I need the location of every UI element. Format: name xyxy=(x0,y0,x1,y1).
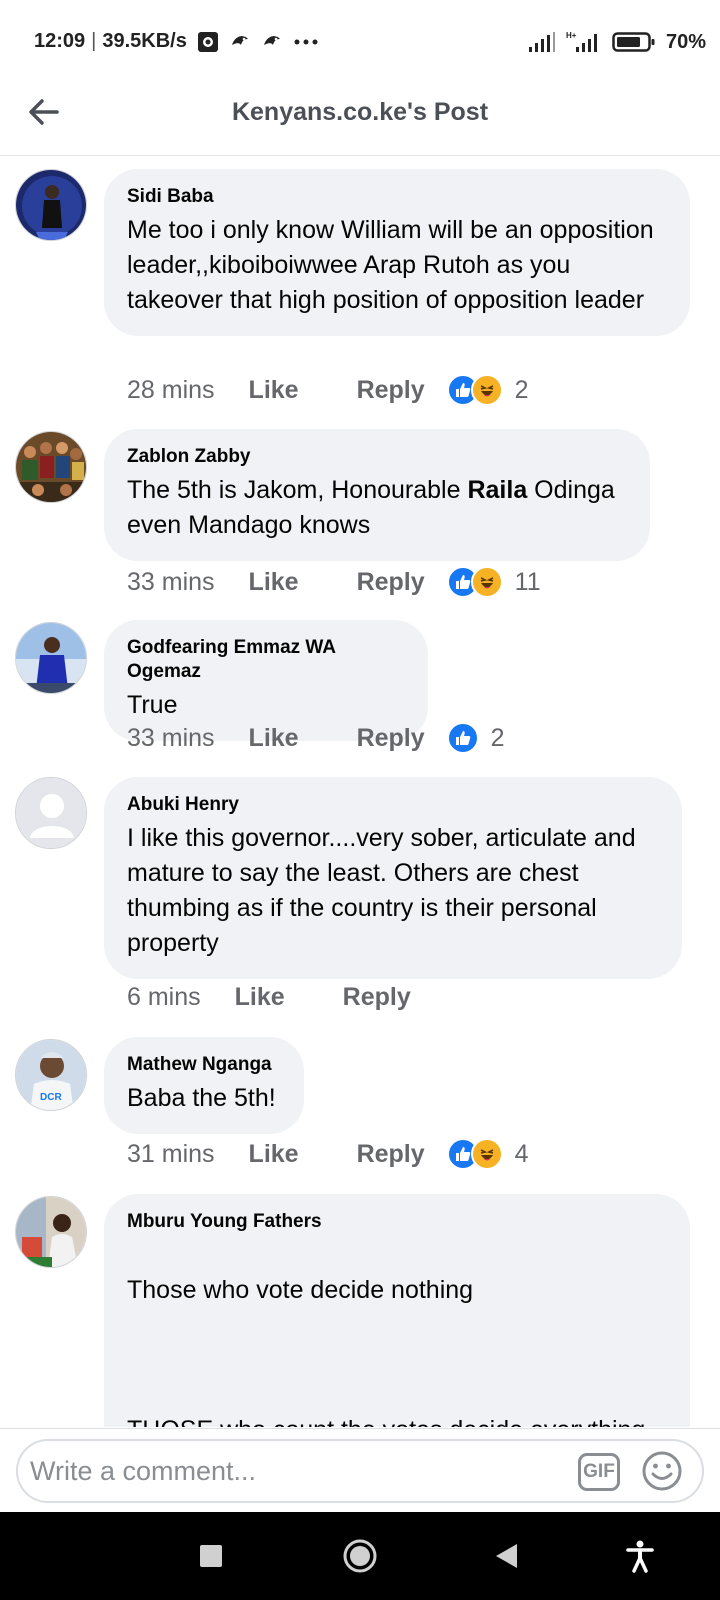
like-reaction-icon xyxy=(446,722,479,754)
reply-button[interactable]: Reply xyxy=(343,983,411,1012)
reply-button[interactable]: Reply xyxy=(357,568,425,597)
reply-button[interactable]: Reply xyxy=(357,1140,425,1169)
more-notifications-icon xyxy=(294,39,318,44)
comment-text-line: THOSE who count the votes decide everyth… xyxy=(127,1413,668,1427)
circle-icon xyxy=(343,1539,377,1573)
notification-app-icon xyxy=(197,31,218,52)
comment-text-line: Those who vote decide nothing xyxy=(127,1276,474,1304)
page-title: Kenyans.co.ke's Post xyxy=(231,98,489,126)
comment-composer: GIF xyxy=(0,1428,720,1512)
svg-text:H+: H+ xyxy=(566,31,577,40)
comment-meta: 6 mins Like Reply xyxy=(127,977,411,1017)
avatar[interactable] xyxy=(15,777,87,849)
like-button[interactable]: Like xyxy=(249,568,299,597)
default-avatar-icon xyxy=(16,778,86,848)
svg-text:DCR: DCR xyxy=(40,1092,62,1103)
reaction-count: 11 xyxy=(514,567,541,596)
avatar-image xyxy=(16,1197,86,1267)
comment-time[interactable]: 33 mins xyxy=(127,568,215,597)
smiley-icon xyxy=(642,1451,682,1491)
like-button[interactable]: Like xyxy=(249,724,299,753)
reactions[interactable]: 11 xyxy=(446,566,541,598)
like-button[interactable]: Like xyxy=(235,983,285,1012)
notification-bird-icon xyxy=(263,35,280,45)
square-icon xyxy=(200,1545,222,1567)
avatar-image xyxy=(16,623,86,693)
comment-text: Me too i only know William will be an op… xyxy=(127,216,654,314)
comment-bubble[interactable]: Zablon Zabby The 5th is Jakom, Honourabl… xyxy=(104,429,650,561)
comment-bubble[interactable]: Mathew Nganga Baba the 5th! xyxy=(104,1037,304,1134)
avatar[interactable]: DCR xyxy=(15,1039,87,1111)
gif-button[interactable]: GIF xyxy=(578,1453,620,1491)
avatar[interactable] xyxy=(15,1196,87,1268)
reaction-count: 2 xyxy=(514,375,529,404)
comment-text: Baba the 5th! xyxy=(127,1084,276,1112)
comment-time[interactable]: 6 mins xyxy=(127,983,201,1012)
reply-button[interactable]: Reply xyxy=(357,724,425,753)
like-button[interactable]: Like xyxy=(249,376,299,405)
comment-author[interactable]: Abuki Henry xyxy=(127,793,660,817)
avatar-image xyxy=(16,170,86,240)
status-separator: | xyxy=(91,30,97,52)
accessibility-icon xyxy=(626,1540,654,1573)
comment-text-spacer xyxy=(127,1343,668,1378)
avatar[interactable] xyxy=(15,431,87,503)
comment-author[interactable]: Mburu Young Fathers xyxy=(127,1210,668,1234)
comment-bubble[interactable]: Sidi Baba Me too i only know William wil… xyxy=(104,169,690,336)
battery-percent: 70% xyxy=(665,30,706,53)
comment-bubble[interactable]: Abuki Henry I like this governor....very… xyxy=(104,777,682,979)
reaction-count: 4 xyxy=(514,1139,529,1168)
comment-time[interactable]: 31 mins xyxy=(127,1140,215,1169)
like-button[interactable]: Like xyxy=(249,1140,299,1169)
home-button[interactable] xyxy=(338,1534,382,1578)
comment-time[interactable]: 28 mins xyxy=(127,376,215,405)
comment-meta: 31 mins Like Reply 4 xyxy=(127,1134,529,1174)
comment-meta: 33 mins Like Reply 2 xyxy=(127,718,505,758)
comment-bubble[interactable]: Mburu Young Fathers Those who vote decid… xyxy=(104,1194,690,1427)
comment-text: Those who vote decide nothing THOSE who … xyxy=(127,1238,668,1427)
status-time: 12:09 xyxy=(34,30,86,52)
reactions[interactable]: 2 xyxy=(446,722,505,754)
reply-button[interactable]: Reply xyxy=(357,376,425,405)
haha-reaction-icon xyxy=(470,1138,503,1170)
haha-reaction-icon xyxy=(470,374,503,406)
avatar[interactable] xyxy=(15,169,87,241)
avatar-image xyxy=(16,432,86,502)
comment-meta: 33 mins Like Reply 11 xyxy=(127,562,541,602)
avatar[interactable] xyxy=(15,622,87,694)
app-header: Kenyans.co.ke's Post xyxy=(0,84,720,156)
status-notification-icons xyxy=(197,31,319,53)
comment-text-bold: Raila xyxy=(467,476,528,504)
triangle-back-icon xyxy=(496,1544,517,1568)
comment-meta: 28 mins Like Reply 2 xyxy=(127,370,529,410)
battery-icon xyxy=(612,32,655,52)
avatar-image: DCR xyxy=(16,1040,86,1110)
back-nav-button[interactable] xyxy=(484,1534,528,1578)
comment-author[interactable]: Mathew Nganga xyxy=(127,1053,282,1077)
comment-author[interactable]: Zablon Zabby xyxy=(127,445,628,469)
signal-hplus-icon: H+ xyxy=(566,31,597,52)
status-right: H+ 70% xyxy=(528,30,706,54)
accessibility-button[interactable] xyxy=(618,1534,662,1578)
notification-bird-icon xyxy=(231,35,248,45)
reactions[interactable]: 2 xyxy=(446,374,529,406)
comment-text: The 5th is Jakom, Honourable Raila Oding… xyxy=(127,473,628,543)
comment-text: I like this governor....very sober, arti… xyxy=(127,824,636,957)
comment-author[interactable]: Godfearing Emmaz WA Ogemaz xyxy=(127,636,406,684)
status-bar: 12:09 | 39.5KB/s H+ 70% xyxy=(0,0,720,84)
system-nav-bar xyxy=(0,1512,720,1600)
network-speed: 39.5KB/s xyxy=(102,30,187,52)
haha-reaction-icon xyxy=(470,566,503,598)
comment-time[interactable]: 33 mins xyxy=(127,724,215,753)
reaction-count: 2 xyxy=(490,723,505,752)
recents-button[interactable] xyxy=(189,1534,233,1578)
status-left: 12:09 | 39.5KB/s xyxy=(34,30,319,53)
signal-icon xyxy=(528,32,555,52)
comment-author[interactable]: Sidi Baba xyxy=(127,185,668,209)
comment-text-part: The 5th is Jakom, Honourable xyxy=(127,476,468,504)
comment-list[interactable]: Sidi Baba Me too i only know William wil… xyxy=(0,157,720,1427)
emoji-button[interactable] xyxy=(640,1449,684,1493)
reactions[interactable]: 4 xyxy=(446,1138,529,1170)
